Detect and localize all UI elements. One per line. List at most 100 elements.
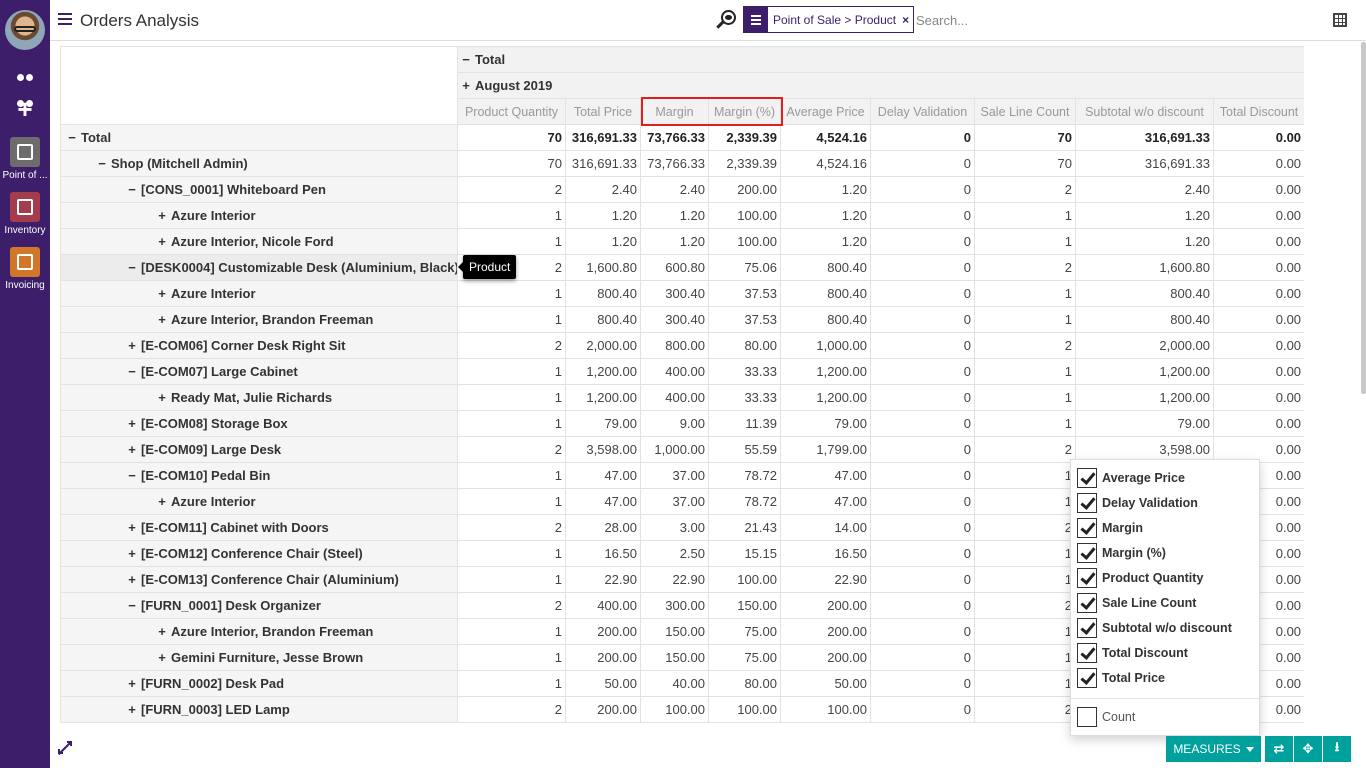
pivot-view-icon[interactable] (1333, 13, 1347, 27)
pivot-cell[interactable]: 0 (870, 670, 975, 697)
pivot-cell[interactable]: 1 (974, 358, 1076, 385)
pivot-cell[interactable]: 80.00 (708, 670, 781, 697)
pivot-cell[interactable]: 1,000.00 (640, 436, 709, 463)
pivot-cell[interactable]: 100.00 (780, 696, 871, 723)
pivot-cell[interactable]: 200.00 (565, 696, 641, 723)
pivot-cell[interactable]: 50.00 (565, 670, 641, 697)
pivot-cell[interactable]: 100.00 (640, 696, 709, 723)
pivot-cell[interactable]: 316,691.33 (1075, 124, 1214, 151)
pivot-cell[interactable]: 2.50 (640, 540, 709, 567)
pivot-cell[interactable]: 2 (974, 592, 1076, 619)
pivot-cell[interactable]: 47.00 (565, 462, 641, 489)
pivot-cell[interactable]: 0 (870, 228, 975, 255)
row-header[interactable]: + [E-COM09] Large Desk (60, 436, 458, 463)
pivot-cell[interactable]: 1 (457, 358, 566, 385)
pivot-cell[interactable]: 0 (870, 280, 975, 307)
pivot-cell[interactable]: 1 (457, 202, 566, 229)
pivot-cell[interactable]: 78.72 (708, 488, 781, 515)
pivot-cell[interactable]: 21.43 (708, 514, 781, 541)
row-header[interactable]: − [E-COM07] Large Cabinet (60, 358, 458, 385)
pivot-cell[interactable]: 0 (870, 540, 975, 567)
pivot-cell[interactable]: 1 (457, 566, 566, 593)
pivot-cell[interactable]: 2.40 (1075, 176, 1214, 203)
pivot-cell[interactable]: 800.40 (565, 306, 641, 333)
pivot-cell[interactable]: 800.00 (640, 332, 709, 359)
pivot-cell[interactable]: 300.00 (640, 592, 709, 619)
measure-option[interactable]: Margin (1077, 517, 1143, 539)
pivot-cell[interactable]: 1 (457, 228, 566, 255)
row-header[interactable]: + [E-COM06] Corner Desk Right Sit (60, 332, 458, 359)
pivot-cell[interactable]: 50.00 (780, 670, 871, 697)
pivot-cell[interactable]: 1 (457, 540, 566, 567)
pivot-cell[interactable]: 0.00 (1212, 202, 1304, 229)
pivot-cell[interactable]: 1 (974, 384, 1076, 411)
pivot-cell[interactable]: 0 (870, 358, 975, 385)
pivot-cell[interactable]: 55.59 (708, 436, 781, 463)
pivot-cell[interactable]: 75.00 (708, 644, 781, 671)
new-app-icon[interactable]: + (0, 96, 50, 122)
pivot-cell[interactable]: 1 (974, 488, 1076, 515)
pivot-cell[interactable]: 37.53 (708, 280, 781, 307)
measure-header[interactable]: Average Price (780, 98, 871, 125)
pivot-cell[interactable]: 37.00 (640, 488, 709, 515)
pivot-cell[interactable]: 1.20 (565, 228, 641, 255)
vertical-scrollbar[interactable] (1361, 42, 1366, 394)
row-header[interactable]: + [E-COM12] Conference Chair (Steel) (60, 540, 458, 567)
pivot-cell[interactable]: 800.40 (1075, 280, 1214, 307)
user-avatar[interactable] (5, 10, 45, 50)
pivot-cell[interactable]: 2 (457, 176, 566, 203)
pivot-cell[interactable]: 1 (457, 462, 566, 489)
pivot-cell[interactable]: 316,691.33 (565, 150, 641, 177)
pivot-cell[interactable]: 22.90 (640, 566, 709, 593)
measures-button[interactable]: MEASURES (1166, 736, 1261, 762)
pivot-cell[interactable]: 0 (870, 644, 975, 671)
app-point-of-sale[interactable]: Point of ... (0, 137, 50, 181)
menu-toggle-icon[interactable] (58, 13, 72, 25)
pivot-cell[interactable]: 1.20 (780, 202, 871, 229)
pivot-cell[interactable]: 1,200.00 (1075, 384, 1214, 411)
measure-option[interactable]: Delay Validation (1077, 492, 1198, 514)
measure-header[interactable]: Margin (%) (708, 98, 781, 125)
pivot-cell[interactable]: 16.50 (780, 540, 871, 567)
pivot-cell[interactable]: 1 (974, 540, 1076, 567)
row-header[interactable]: − Shop (Mitchell Admin) (60, 150, 458, 177)
pivot-cell[interactable]: 79.00 (1075, 410, 1214, 437)
pivot-cell[interactable]: 1 (457, 670, 566, 697)
pivot-cell[interactable]: 0 (870, 254, 975, 281)
pivot-cell[interactable]: 40.00 (640, 670, 709, 697)
pivot-cell[interactable]: 2 (457, 592, 566, 619)
pivot-cell[interactable]: 70 (457, 124, 566, 151)
pivot-cell[interactable]: 300.40 (640, 280, 709, 307)
pivot-cell[interactable]: 0 (870, 410, 975, 437)
pivot-cell[interactable]: 2.40 (640, 176, 709, 203)
pivot-cell[interactable]: 1,200.00 (565, 384, 641, 411)
pivot-cell[interactable]: 80.00 (708, 332, 781, 359)
pivot-cell[interactable]: 0 (870, 436, 975, 463)
flip-axis-button[interactable]: ⇄ (1265, 736, 1293, 762)
pivot-cell[interactable]: 9.00 (640, 410, 709, 437)
row-header[interactable]: + [FURN_0002] Desk Pad (60, 670, 458, 697)
pivot-cell[interactable]: 0 (870, 696, 975, 723)
col-header-month[interactable]: + August 2019 (456, 72, 1304, 99)
pivot-cell[interactable]: 2 (974, 332, 1076, 359)
pivot-cell[interactable]: 100.00 (708, 228, 781, 255)
pivot-cell[interactable]: 79.00 (780, 410, 871, 437)
pivot-cell[interactable]: 1,000.00 (780, 332, 871, 359)
pivot-cell[interactable]: 0.00 (1212, 254, 1304, 281)
measure-option[interactable]: Subtotal w/o discount (1077, 617, 1232, 639)
pivot-cell[interactable]: 0 (870, 332, 975, 359)
measure-header[interactable]: Total Price (565, 98, 641, 125)
pivot-cell[interactable]: 2,339.39 (708, 150, 781, 177)
pivot-cell[interactable]: 1.20 (1075, 202, 1214, 229)
pivot-cell[interactable]: 200.00 (780, 592, 871, 619)
pivot-cell[interactable]: 4,524.16 (780, 150, 871, 177)
pivot-cell[interactable]: 70 (457, 150, 566, 177)
pivot-cell[interactable]: 70 (974, 124, 1076, 151)
pivot-cell[interactable]: 1 (974, 618, 1076, 645)
pivot-cell[interactable]: 1 (974, 228, 1076, 255)
pivot-cell[interactable]: 400.00 (565, 592, 641, 619)
pivot-cell[interactable]: 2 (457, 514, 566, 541)
pivot-cell[interactable]: 1.20 (565, 202, 641, 229)
pivot-cell[interactable]: 1 (974, 280, 1076, 307)
measure-option[interactable]: Average Price (1077, 467, 1185, 489)
